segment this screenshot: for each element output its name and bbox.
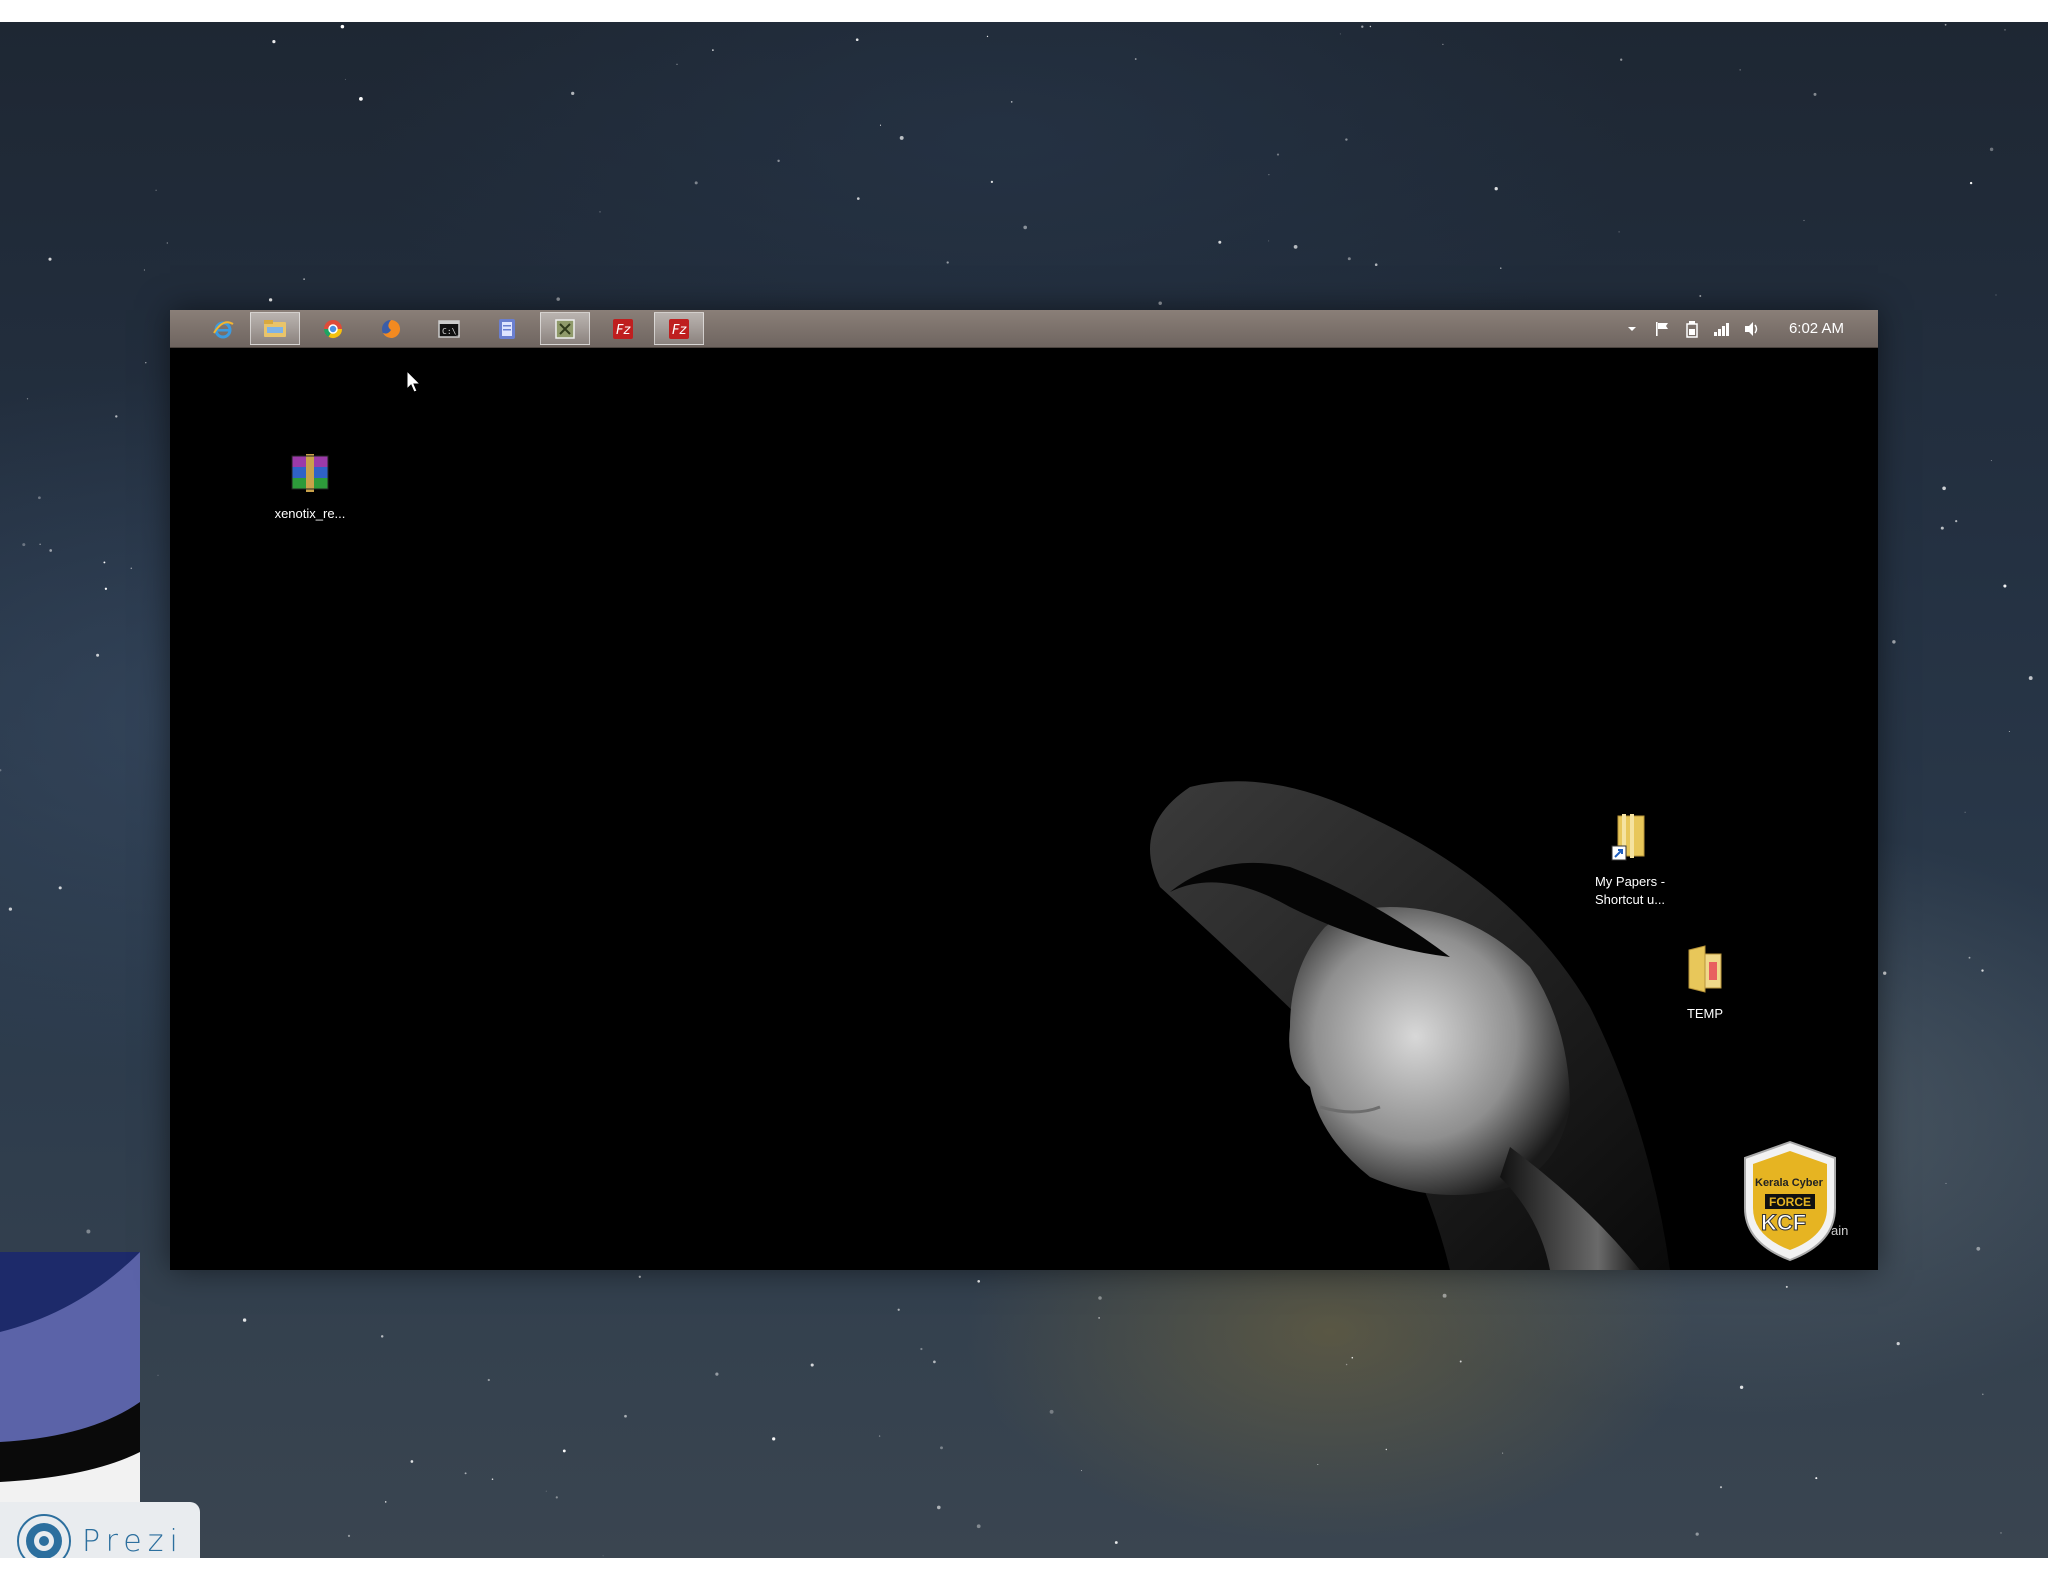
presentation-canvas: C:\_ Fz Fz 6:02 AM xenotix_re... My Pape… (0, 22, 2048, 1558)
svg-text:Fz: Fz (616, 323, 631, 338)
file-explorer-icon (264, 319, 286, 337)
taskbar-firefox[interactable] (366, 312, 416, 345)
taskbar-app[interactable] (540, 312, 590, 345)
app-icon (555, 318, 575, 339)
action-center-flag-icon[interactable] (1651, 318, 1673, 340)
taskbar-chrome[interactable] (308, 312, 358, 345)
command-prompt-icon: C:\_ (438, 319, 460, 338)
firefox-icon (382, 319, 401, 338)
taskbar-command-prompt[interactable]: C:\_ (424, 312, 474, 345)
filezilla-icon: Fz (613, 318, 633, 339)
taskbar-file-explorer[interactable] (250, 312, 300, 345)
kcf-logo-line3: KCF (1761, 1210, 1806, 1235)
taskbar-internet-explorer[interactable] (198, 312, 248, 345)
desktop-icon-label: TEMP (1686, 1006, 1724, 1021)
kcf-logo-line2: FORCE (1769, 1195, 1811, 1209)
power-icon[interactable] (1681, 318, 1703, 340)
show-hidden-icons-icon[interactable] (1621, 318, 1643, 340)
taskbar-notepad[interactable] (482, 312, 532, 345)
svg-text:Fz: Fz (672, 323, 687, 338)
mouse-cursor-icon (406, 370, 422, 393)
network-signal-icon[interactable] (1711, 318, 1733, 340)
kcf-logo-line1: Kerala Cyber (1755, 1177, 1824, 1189)
desktop-icon-temp[interactable]: TEMP (1665, 944, 1745, 1023)
folder-shortcut-icon (1611, 814, 1645, 861)
prezi-logo-icon (17, 1514, 71, 1558)
folder-icon (1688, 945, 1722, 993)
desktop-icon-my-papers[interactable]: My Papers - Shortcut u... (1575, 812, 1685, 909)
kcf-logo-suffix: ain (1831, 1223, 1848, 1238)
notepad-icon (499, 318, 515, 339)
desktop-icon-label: My Papers - Shortcut u... (1594, 874, 1666, 907)
volume-icon[interactable] (1741, 318, 1763, 340)
desktop-icon-label: xenotix_re... (274, 506, 346, 521)
desktop-icon-xenotix[interactable]: xenotix_re... (260, 452, 360, 523)
taskbar-clock[interactable]: 6:02 AM (1789, 320, 1844, 337)
prezi-badge[interactable]: Prezi (0, 1502, 200, 1558)
system-tray: 6:02 AM (1617, 310, 1878, 347)
prezi-decoration (0, 1252, 140, 1502)
internet-explorer-icon (213, 320, 234, 338)
winrar-archive-icon (291, 454, 329, 492)
svg-text:C:\_: C:\_ (442, 327, 460, 336)
chrome-icon (324, 319, 342, 338)
taskbar-filezilla-2[interactable]: Fz (654, 312, 704, 345)
taskbar: C:\_ Fz Fz 6:02 AM (170, 310, 1878, 348)
hooded-figure-wallpaper (1150, 781, 1670, 1270)
filezilla-icon: Fz (669, 318, 689, 339)
kerala-cyber-force-logo: Kerala Cyber FORCE KCF ain (1744, 1140, 1848, 1262)
desktop-screenshot: C:\_ Fz Fz 6:02 AM xenotix_re... My Pape… (170, 310, 1878, 1270)
prezi-label: Prezi (82, 1523, 184, 1559)
taskbar-filezilla-1[interactable]: Fz (598, 312, 648, 345)
